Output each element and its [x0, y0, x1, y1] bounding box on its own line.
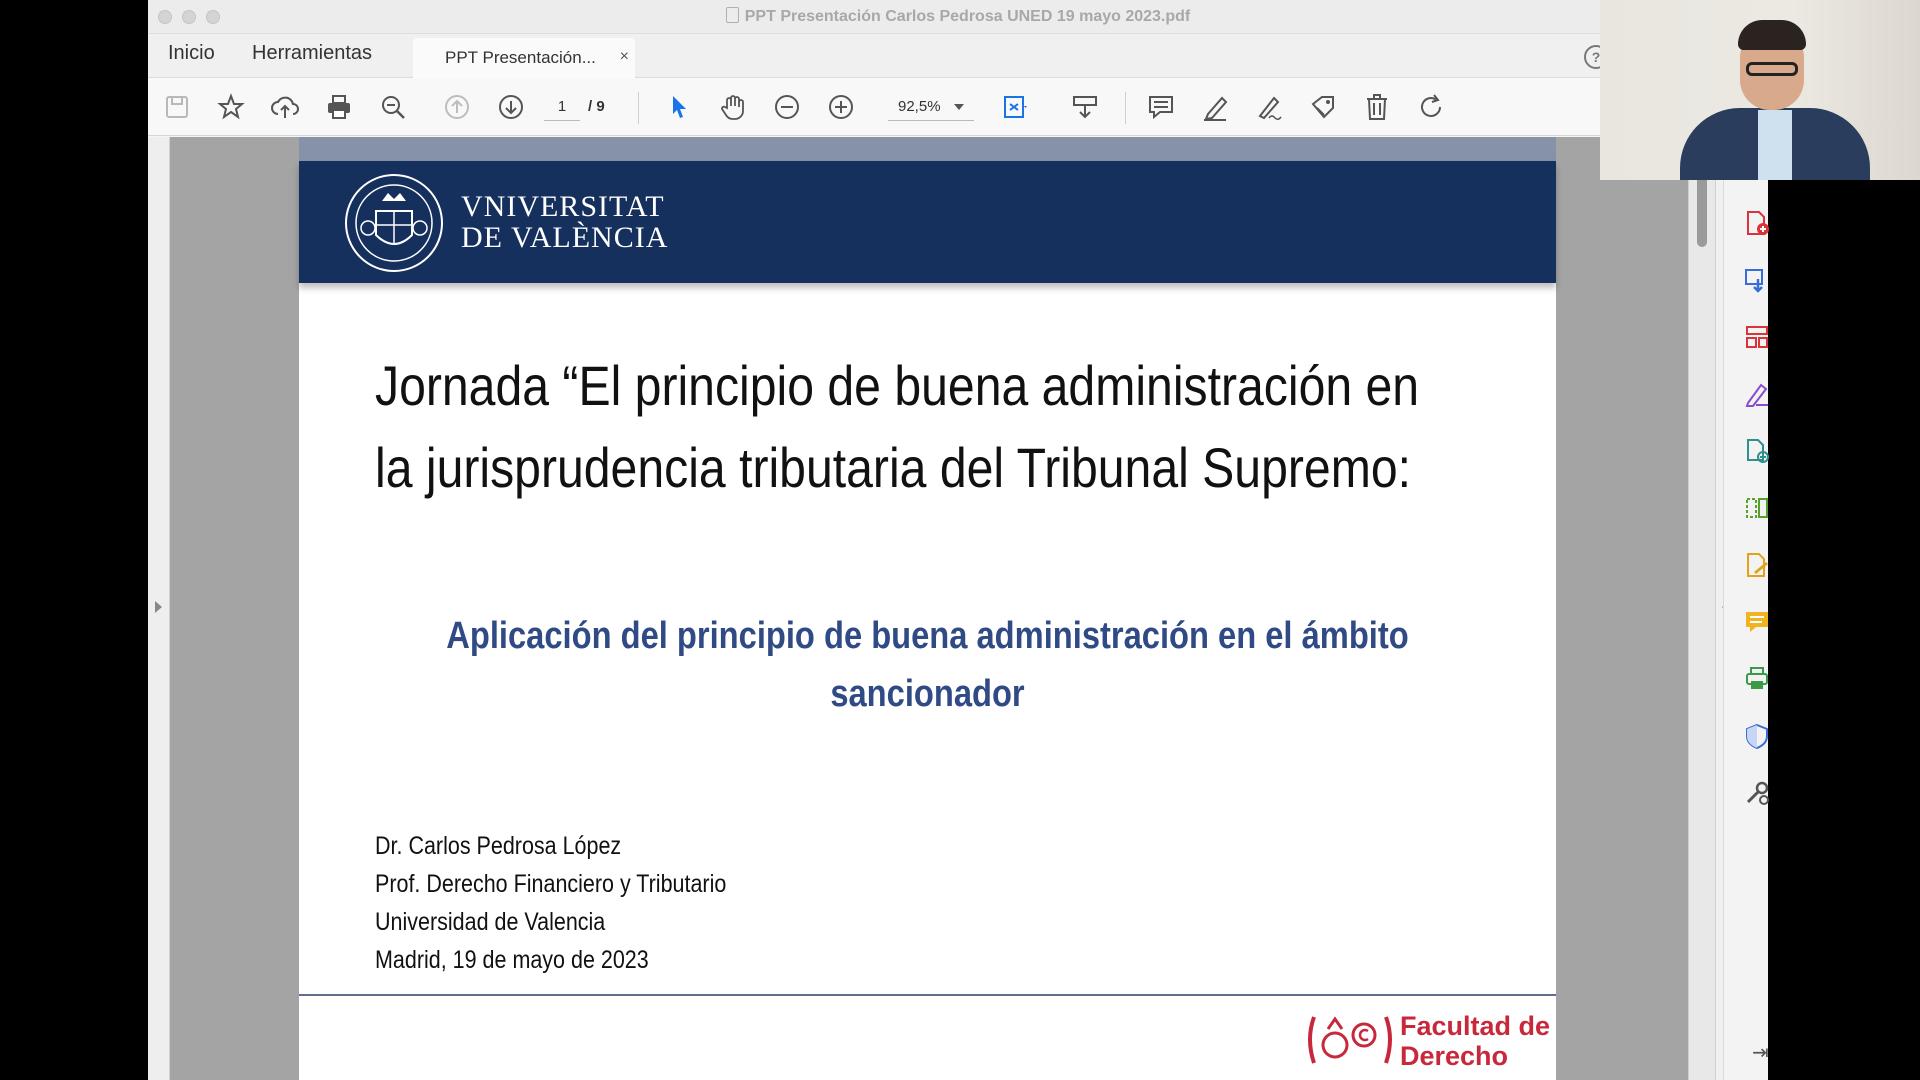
rotate-icon[interactable]: [1416, 92, 1446, 122]
document-tab-label: PPT Presentación...: [445, 48, 596, 67]
slide-top-strip: [299, 137, 1556, 161]
expand-left-pane-icon[interactable]: [155, 601, 162, 613]
toolbar-divider: [1125, 92, 1126, 124]
highlight-pen-icon[interactable]: [1200, 92, 1230, 122]
next-page-icon[interactable]: [496, 92, 526, 122]
compress-icon[interactable]: [1744, 495, 1770, 521]
print-icon[interactable]: [324, 92, 354, 122]
menu-tools[interactable]: Herramientas: [252, 42, 372, 65]
sign-icon[interactable]: [1254, 92, 1284, 122]
stamp-icon[interactable]: [1308, 92, 1338, 122]
save-icon[interactable]: [162, 92, 192, 122]
title-bar: PPT Presentación Carlos Pedrosa UNED 19 …: [148, 0, 1768, 34]
university-name: VNIVERSITAT DE VALÈNCIA: [461, 190, 669, 254]
scrollbar-thumb[interactable]: [1697, 175, 1707, 247]
faculty-logo: Facultad de Derecho: [1304, 1007, 1550, 1077]
left-navigation-pane[interactable]: [148, 137, 170, 1080]
upload-icon[interactable]: [270, 92, 300, 122]
fit-page-icon[interactable]: [1000, 92, 1030, 122]
scroll-mode-icon[interactable]: [1070, 92, 1100, 122]
zoom-plus-icon[interactable]: [826, 92, 856, 122]
delete-icon[interactable]: [1362, 92, 1392, 122]
author-university: Universidad de Valencia: [375, 908, 606, 936]
collapse-tools-pane-icon[interactable]: ⇥: [1752, 1040, 1769, 1065]
pdf-page: VNIVERSITAT DE VALÈNCIA Jornada “El prin…: [299, 137, 1556, 1080]
comment-icon[interactable]: [1146, 92, 1176, 122]
webcam-video-feed: [1600, 0, 1920, 180]
left-black-area: [0, 0, 148, 1080]
right-black-area: [1768, 180, 1920, 1080]
pdf-reader-window: PPT Presentación Carlos Pedrosa UNED 19 …: [148, 0, 1768, 1080]
zoom-minus-icon[interactable]: [772, 92, 802, 122]
select-cursor-icon[interactable]: [664, 92, 694, 122]
page-number-input[interactable]: 1: [544, 93, 580, 121]
toolbar: 1 / 9 92,5%: [148, 78, 1768, 136]
presentation-date: Madrid, 19 de mayo de 2023: [375, 946, 649, 974]
speaker-glasses: [1746, 62, 1798, 76]
tab-close-icon[interactable]: ×: [620, 48, 629, 66]
fill-sign-icon[interactable]: [1744, 552, 1770, 578]
create-pdf-icon[interactable]: [1744, 210, 1770, 236]
window-title: PPT Presentación Carlos Pedrosa UNED 19 …: [148, 0, 1768, 34]
export-pdf-icon[interactable]: [1744, 267, 1770, 293]
slide-subtitle: Aplicación del principio de buena admini…: [446, 615, 1409, 715]
menu-bar: Inicio Herramientas PPT Presentación... …: [148, 34, 1768, 78]
document-tab[interactable]: PPT Presentación... ×: [413, 38, 635, 78]
university-banner: VNIVERSITAT DE VALÈNCIA: [299, 161, 1556, 283]
author-block: Dr. Carlos Pedrosa López Prof. Derecho F…: [375, 827, 726, 979]
author-position: Prof. Derecho Financiero y Tributario: [375, 870, 727, 898]
page-total: / 9: [588, 98, 605, 115]
slide-title: Jornada “El principio de buena administr…: [375, 354, 1420, 499]
toolbar-divider: [638, 92, 639, 124]
faculty-name: Facultad de Derecho: [1400, 1011, 1551, 1071]
combine-icon[interactable]: [1744, 438, 1770, 464]
hand-icon[interactable]: [718, 92, 748, 122]
university-seal-icon: [345, 174, 443, 272]
star-icon[interactable]: [216, 92, 246, 122]
comment-panel-icon[interactable]: [1744, 609, 1770, 635]
speaker-hair: [1738, 20, 1806, 50]
vertical-scrollbar[interactable]: [1688, 137, 1716, 1080]
slide-bottom-divider: [299, 994, 1556, 996]
speaker-shirt: [1758, 110, 1792, 180]
edit-pdf-icon[interactable]: [1744, 381, 1770, 407]
zoom-out-search-icon[interactable]: [378, 92, 408, 122]
menu-home[interactable]: Inicio: [168, 42, 215, 65]
chevron-down-icon[interactable]: [954, 104, 964, 110]
print-production-icon[interactable]: [1744, 666, 1770, 692]
author-name: Dr. Carlos Pedrosa López: [375, 832, 622, 860]
more-tools-icon[interactable]: [1744, 780, 1770, 806]
faculty-emblem-icon: [1308, 1016, 1392, 1064]
previous-page-icon[interactable]: [442, 92, 472, 122]
organize-pages-icon[interactable]: [1744, 324, 1770, 350]
protect-icon[interactable]: [1744, 723, 1770, 750]
pdf-document-icon: [725, 7, 739, 23]
